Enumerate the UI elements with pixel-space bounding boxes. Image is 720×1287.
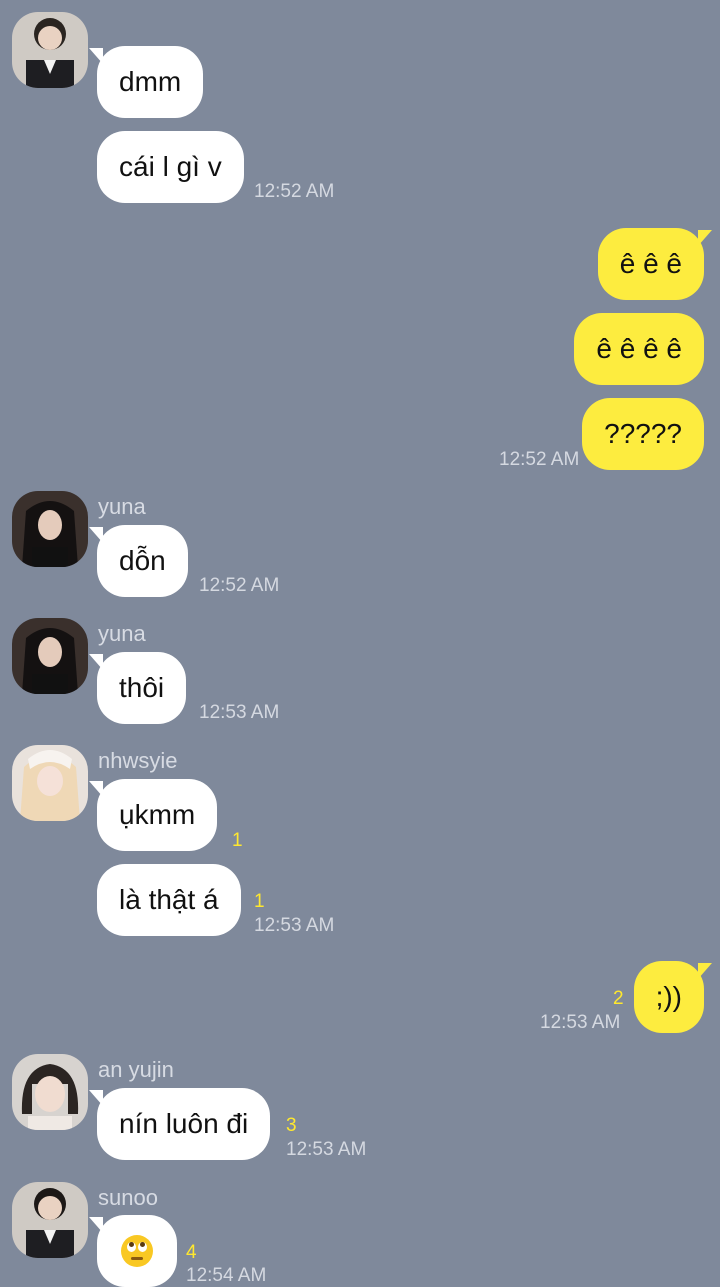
message-text: dmm <box>119 66 182 97</box>
sender-name: an yujin <box>98 1057 174 1082</box>
bubble-tail <box>89 527 103 543</box>
avatar[interactable] <box>12 618 88 694</box>
message-text: cái l gì v <box>119 151 222 182</box>
message-time: 12:52 AM <box>254 181 335 202</box>
bubble-tail <box>89 48 103 64</box>
message-text: thôi <box>119 672 165 703</box>
sender-name: sunoo <box>98 1185 158 1210</box>
message-text: dỗn <box>119 545 166 576</box>
bubble-tail <box>89 1090 103 1106</box>
rolling-eyes-emoji-icon <box>121 1234 153 1267</box>
avatar[interactable] <box>12 12 88 88</box>
message-bubble[interactable]: dmm <box>89 46 204 118</box>
message-bubble[interactable]: nín luôn đi <box>89 1088 271 1160</box>
message-bubble[interactable]: ;)) <box>633 961 712 1033</box>
unread-count: 1 <box>254 891 265 912</box>
message-time: 12:54 AM <box>186 1265 267 1286</box>
message-time: 12:53 AM <box>540 1012 621 1033</box>
bubble-tail <box>698 963 712 979</box>
unread-count: 4 <box>186 1242 197 1263</box>
unread-count: 2 <box>613 988 624 1009</box>
message-text: ;)) <box>655 981 682 1012</box>
message-text: ê ê ê <box>619 248 682 279</box>
message-text: là thật á <box>119 884 219 915</box>
bubble-tail <box>698 230 712 246</box>
message-time: 12:52 AM <box>199 575 280 596</box>
message-text: ????? <box>604 418 682 449</box>
sender-name: yuna <box>98 494 146 519</box>
message-bubble[interactable]: ê ê ê <box>597 228 712 300</box>
unread-count: 3 <box>286 1115 297 1136</box>
message-time: 12:52 AM <box>499 449 580 470</box>
avatar[interactable] <box>12 745 88 821</box>
bubble-tail <box>89 781 103 797</box>
message-bubble[interactable]: ????? <box>582 398 704 470</box>
message-bubble[interactable]: ê ê ê ê <box>574 313 704 385</box>
avatar[interactable] <box>12 491 88 567</box>
bubble-tail <box>89 654 103 670</box>
message-bubble[interactable]: ụkmm <box>89 779 218 851</box>
message-text: nín luôn đi <box>119 1108 249 1139</box>
unread-count: 1 <box>232 830 243 851</box>
avatar[interactable] <box>12 1182 88 1258</box>
message-text: ụkmm <box>119 799 196 830</box>
message-bubble[interactable]: thôi <box>89 652 187 724</box>
message-time: 12:53 AM <box>286 1139 367 1160</box>
sender-name: yuna <box>98 621 146 646</box>
sender-name: nhwsyie <box>98 748 178 773</box>
message-time: 12:53 AM <box>199 702 280 723</box>
avatar[interactable] <box>12 1054 88 1130</box>
message-time: 12:53 AM <box>254 915 335 936</box>
bubble-tail <box>89 1217 103 1233</box>
message-bubble[interactable]: dỗn <box>89 525 188 597</box>
message-bubble[interactable]: cái l gì v <box>97 131 244 203</box>
message-text: ê ê ê ê <box>596 333 682 364</box>
message-bubble[interactable] <box>89 1215 177 1287</box>
message-bubble[interactable]: là thật á <box>97 864 241 936</box>
